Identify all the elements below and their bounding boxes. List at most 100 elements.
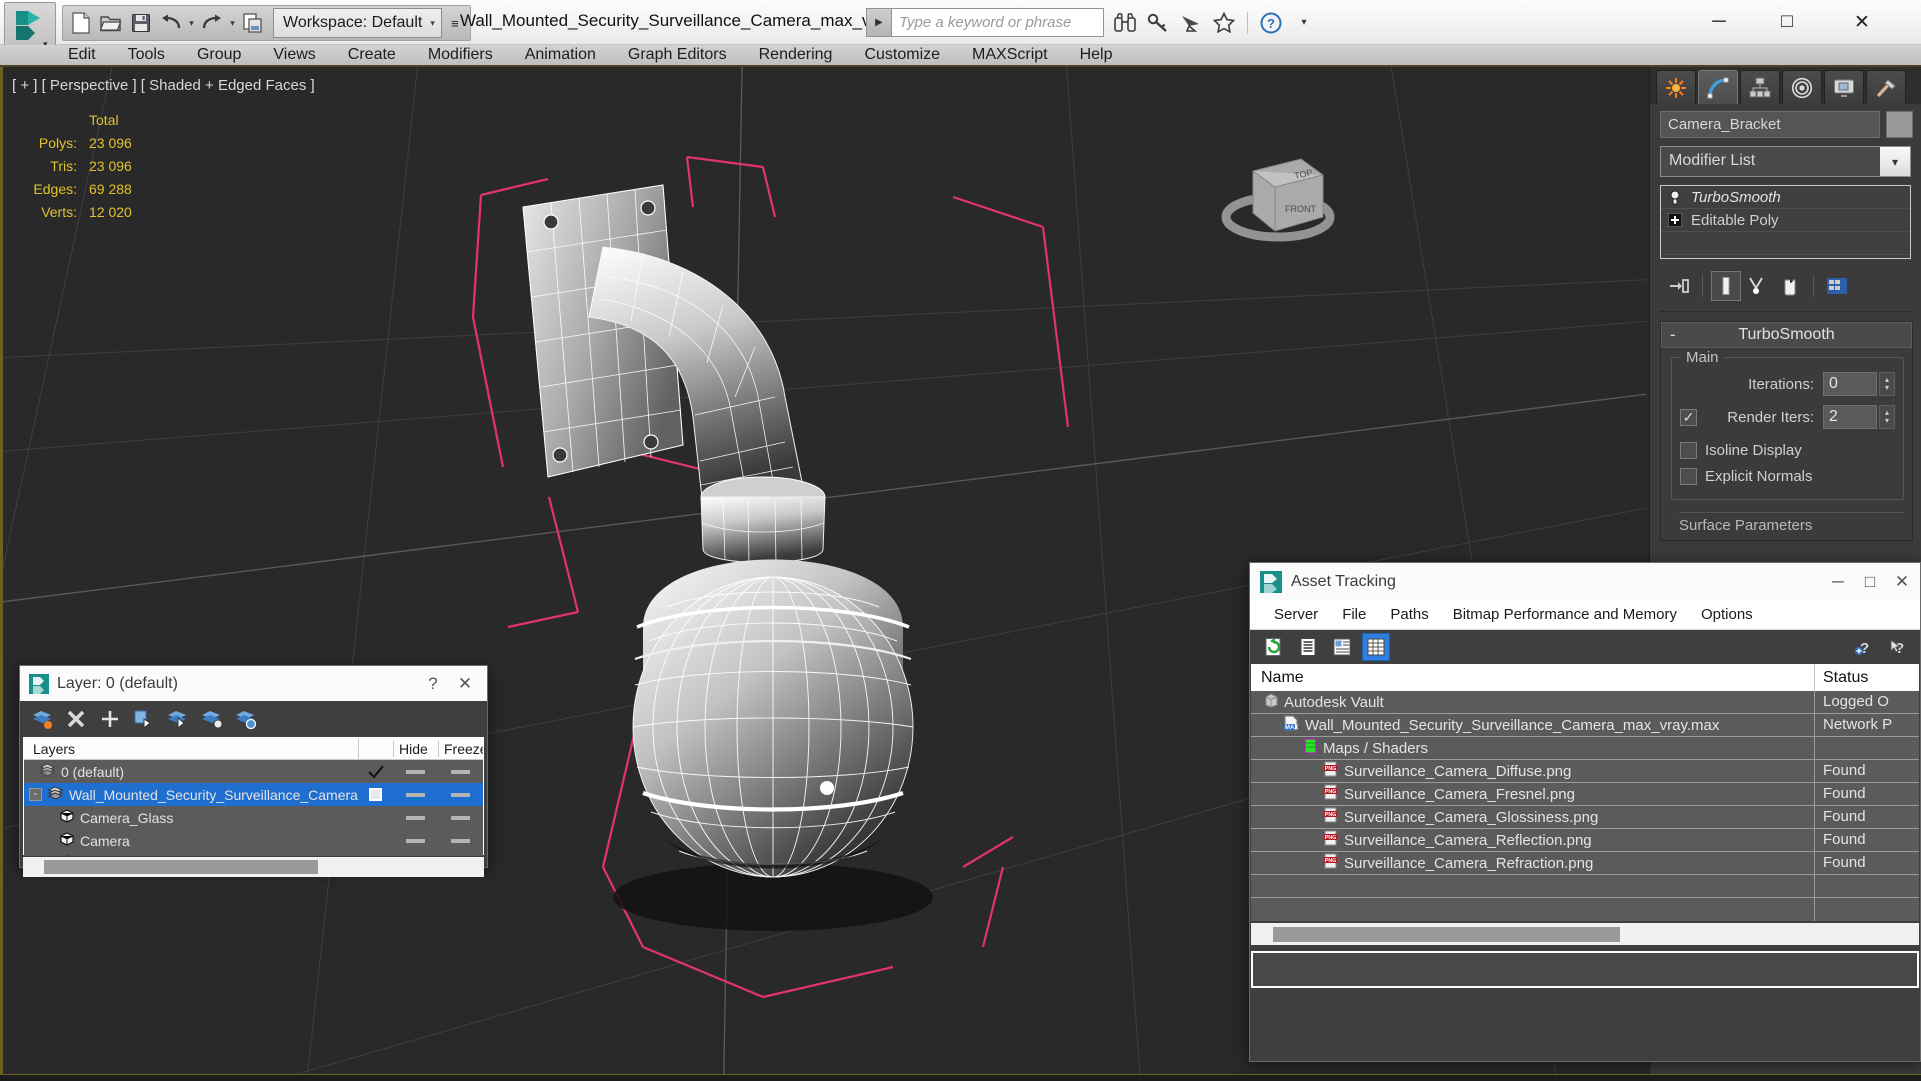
asset-grid[interactable]: Name Status Autodesk Vault Logged O MAX … bbox=[1251, 664, 1919, 921]
layer-hide-toggle[interactable] bbox=[393, 769, 438, 774]
help-dropdown-chevron-icon[interactable]: ▾ bbox=[1289, 8, 1319, 38]
tab-hierarchy[interactable] bbox=[1740, 70, 1780, 104]
explicit-normals-checkbox[interactable] bbox=[1680, 467, 1697, 485]
delete-layer-button[interactable] bbox=[63, 706, 89, 732]
rollout-collapse-icon[interactable]: - bbox=[1670, 325, 1676, 345]
list-view-button[interactable] bbox=[1294, 633, 1322, 661]
layer-expander-toggle[interactable]: - bbox=[29, 788, 42, 801]
isoline-display-checkbox[interactable] bbox=[1680, 441, 1697, 459]
menu-tools[interactable]: Tools bbox=[112, 44, 181, 66]
asset-scrollbar-thumb[interactable] bbox=[1273, 926, 1621, 942]
search-input[interactable]: Type a keyword or phrase bbox=[892, 8, 1104, 37]
menu-animation[interactable]: Animation bbox=[509, 44, 612, 66]
pin-stack-button[interactable] bbox=[1664, 271, 1694, 301]
at-menu-server[interactable]: Server bbox=[1262, 600, 1330, 630]
asset-column-name[interactable]: Name bbox=[1251, 669, 1814, 687]
layer-active-check[interactable] bbox=[358, 764, 393, 779]
asset-row[interactable]: PNG Surveillance_Camera_Reflection.png F… bbox=[1251, 828, 1919, 852]
layer-scrollbar-thumb[interactable] bbox=[44, 860, 319, 874]
layer-column-layers[interactable]: Layers bbox=[24, 741, 358, 757]
layer-grid[interactable]: Layers Hide Freeze 0 (default) bbox=[23, 737, 484, 856]
tab-create[interactable] bbox=[1656, 70, 1696, 104]
key-icon[interactable] bbox=[1143, 8, 1173, 38]
open-file-button[interactable] bbox=[97, 8, 125, 38]
window-close-button[interactable]: ✕ bbox=[1826, 0, 1898, 44]
modifier-list-chevron-down-icon[interactable]: ▾ bbox=[1880, 147, 1910, 176]
menu-modifiers[interactable]: Modifiers bbox=[412, 44, 509, 66]
viewport-label[interactable]: [ + ] [ Perspective ] [ Shaded + Edged F… bbox=[12, 77, 315, 94]
menu-create[interactable]: Create bbox=[332, 44, 412, 66]
layer-dialog-close-button[interactable]: ✕ bbox=[449, 668, 481, 700]
at-menu-bitmap-performance[interactable]: Bitmap Performance and Memory bbox=[1441, 600, 1689, 630]
layer-freeze-toggle[interactable] bbox=[438, 838, 483, 843]
menu-customize[interactable]: Customize bbox=[848, 44, 956, 66]
asset-row[interactable] bbox=[1251, 874, 1919, 898]
question-circle-icon[interactable]: ? bbox=[1256, 8, 1286, 38]
asset-tracking-status-field[interactable] bbox=[1251, 951, 1919, 988]
at-menu-paths[interactable]: Paths bbox=[1378, 600, 1440, 630]
star-icon[interactable] bbox=[1209, 8, 1239, 38]
menu-help[interactable]: Help bbox=[1064, 44, 1129, 66]
layer-hide-toggle[interactable] bbox=[393, 792, 438, 797]
help-add-button[interactable]: ? bbox=[1850, 633, 1878, 661]
asset-tracking-dialog[interactable]: Asset Tracking ─ □ ✕ Server File Paths B… bbox=[1249, 562, 1921, 1062]
menu-graph-editors[interactable]: Graph Editors bbox=[612, 44, 743, 66]
layer-column-active[interactable] bbox=[358, 737, 393, 760]
layer-row[interactable]: - Wall_Mounted_Security_Surveillance_Cam… bbox=[24, 783, 483, 806]
render-iters-spinner[interactable]: ▴ ▾ bbox=[1879, 405, 1895, 429]
create-new-layer-button[interactable] bbox=[97, 706, 123, 732]
render-iters-checkbox[interactable]: ✓ bbox=[1680, 408, 1697, 426]
surface-parameters-group-title[interactable]: Surface Parameters bbox=[1679, 512, 1904, 534]
asset-tracking-close-button[interactable]: ✕ bbox=[1886, 566, 1918, 598]
turbosmooth-rollout-header[interactable]: - TurboSmooth bbox=[1661, 322, 1912, 348]
layer-row[interactable]: Camera_Shell bbox=[24, 852, 483, 856]
asset-row[interactable]: PNG Surveillance_Camera_Diffuse.png Foun… bbox=[1251, 759, 1919, 783]
asset-column-status[interactable]: Status bbox=[1814, 664, 1919, 691]
show-end-result-button[interactable] bbox=[1711, 271, 1741, 301]
window-minimize-button[interactable]: ─ bbox=[1690, 0, 1748, 44]
workspace-selector[interactable]: Workspace: Default ▾ bbox=[273, 8, 442, 38]
layer-horizontal-scrollbar[interactable] bbox=[23, 857, 484, 877]
object-color-swatch[interactable] bbox=[1886, 111, 1913, 138]
configure-modifier-sets-button[interactable] bbox=[1822, 271, 1852, 301]
window-maximize-button[interactable]: □ bbox=[1758, 0, 1816, 44]
modifier-list-field[interactable]: Modifier List bbox=[1661, 147, 1880, 176]
tab-utilities[interactable] bbox=[1866, 70, 1906, 104]
tab-motion[interactable] bbox=[1782, 70, 1822, 104]
redo-button[interactable] bbox=[198, 8, 226, 38]
tab-modify[interactable] bbox=[1698, 70, 1738, 104]
remove-modifier-button[interactable] bbox=[1775, 271, 1805, 301]
object-name-field[interactable]: Camera_Bracket bbox=[1660, 111, 1880, 138]
layer-active-check[interactable] bbox=[358, 788, 393, 801]
menu-group[interactable]: Group bbox=[181, 44, 257, 66]
tab-display[interactable] bbox=[1824, 70, 1864, 104]
at-menu-options[interactable]: Options bbox=[1689, 600, 1765, 630]
save-file-button[interactable] bbox=[127, 8, 155, 38]
menu-maxscript[interactable]: MAXScript bbox=[956, 44, 1064, 66]
layer-row[interactable]: 0 (default) bbox=[24, 760, 483, 783]
asset-row[interactable]: PNG Surveillance_Camera_Refraction.png F… bbox=[1251, 851, 1919, 875]
asset-row[interactable]: Autodesk Vault Logged O bbox=[1251, 690, 1919, 714]
detail-view-button[interactable] bbox=[1328, 633, 1356, 661]
layer-freeze-toggle[interactable] bbox=[438, 769, 483, 774]
asset-row[interactable]: PNG Surveillance_Camera_Fresnel.png Foun… bbox=[1251, 782, 1919, 806]
refresh-assets-button[interactable] bbox=[1260, 633, 1288, 661]
modifier-stack-empty-row[interactable] bbox=[1661, 232, 1910, 255]
layer-row[interactable]: Camera_Glass bbox=[24, 806, 483, 829]
asset-row[interactable]: PNG Surveillance_Camera_Glossiness.png F… bbox=[1251, 805, 1919, 829]
asset-row[interactable] bbox=[1251, 898, 1919, 921]
binoculars-icon[interactable] bbox=[1110, 8, 1140, 38]
menu-rendering[interactable]: Rendering bbox=[743, 44, 849, 66]
asset-tracking-minimize-button[interactable]: ─ bbox=[1822, 566, 1854, 598]
asset-row[interactable]: MAX Wall_Mounted_Security_Surveillance_C… bbox=[1251, 713, 1919, 737]
layer-column-freeze[interactable]: Freeze bbox=[438, 740, 483, 757]
layer-dialog[interactable]: Layer: 0 (default) ? ✕ Layers Hide Freez… bbox=[19, 665, 488, 877]
asset-row[interactable]: Maps / Shaders bbox=[1251, 736, 1919, 760]
set-active-layer-button[interactable] bbox=[29, 706, 55, 732]
at-menu-file[interactable]: File bbox=[1330, 600, 1378, 630]
layer-column-hide[interactable]: Hide bbox=[393, 740, 438, 757]
render-iters-input[interactable]: 2 bbox=[1823, 405, 1877, 429]
layer-settings-button[interactable] bbox=[233, 706, 259, 732]
help-pointer-button[interactable]: ? bbox=[1884, 633, 1912, 661]
layer-freeze-toggle[interactable] bbox=[438, 815, 483, 820]
